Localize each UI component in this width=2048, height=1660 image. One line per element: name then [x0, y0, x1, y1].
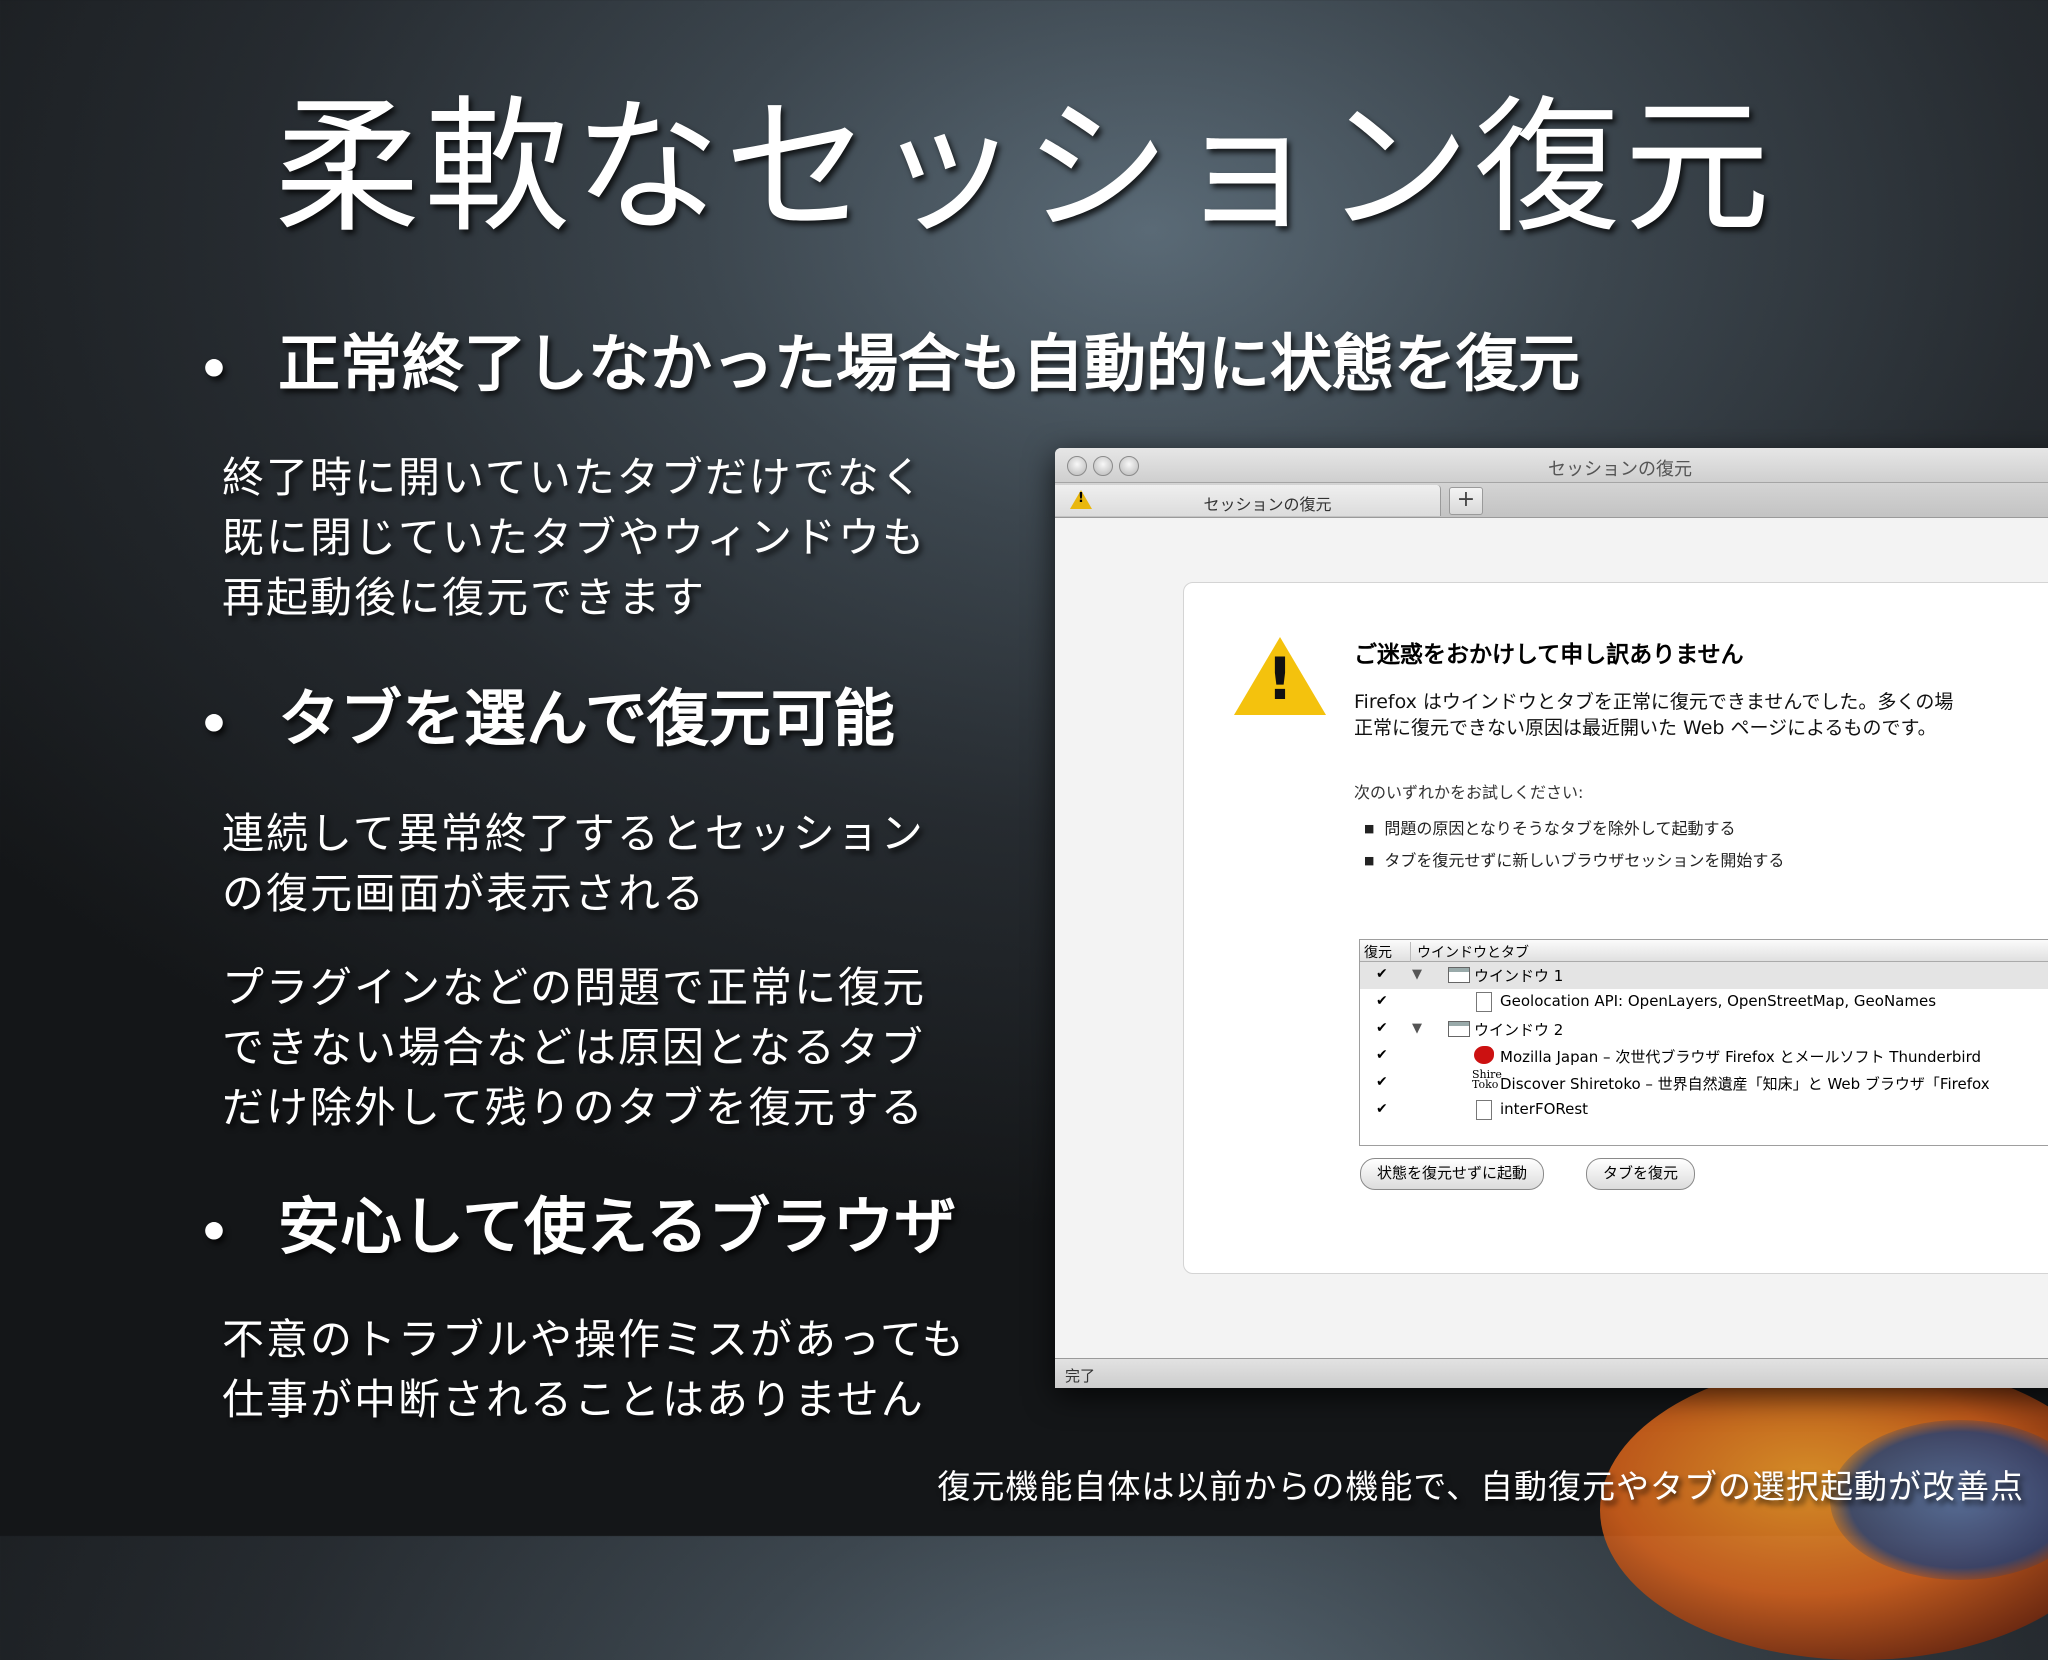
tab-label: セッションの復元: [1203, 495, 1332, 514]
status-bar: 完了: [1055, 1358, 2048, 1388]
session-tree[interactable]: 復元 ウインドウとタブ ✔ ▼ ウインドウ 1 ✔ Geolocation AP…: [1359, 939, 2048, 1146]
checkmark-icon[interactable]: ✔: [1376, 993, 1388, 1009]
large-warning-exclamation: !: [1266, 645, 1294, 713]
bullet-1-text: 正常終了しなかった場合も自動的に状態を復元: [278, 327, 1581, 400]
paragraph-3: プラグインなどの問題で正常に復元 できない場合などは原因となるタブ だけ除外して…: [222, 958, 926, 1138]
footnote: 復元機能自体は以前からの機能で、自動復元やタブの選択起動が改善点: [937, 1467, 2024, 1506]
option-item: 問題の原因となりそうなタブを除外して起動する: [1364, 815, 1735, 839]
checkmark-icon[interactable]: ✔: [1376, 1020, 1388, 1036]
tree-row-label: Geolocation API: OpenLayers, OpenStreetM…: [1500, 992, 1937, 1010]
paragraph-line: 仕事が中断されることはありません: [222, 1375, 925, 1424]
slide-title: 柔軟なセッション復元: [274, 83, 1774, 253]
paragraph-line: 再起動後に復元できます: [222, 573, 707, 622]
paragraph-line: 不意のトラブルや操作ミスがあっても: [222, 1315, 966, 1364]
checkmark-icon[interactable]: ✔: [1376, 1101, 1388, 1117]
error-text-line: Firefox はウインドウとタブを正常に復元できませんでした。多くの場: [1354, 691, 1954, 713]
paragraph-4: 不意のトラブルや操作ミスがあっても 仕事が中断されることはありません: [222, 1310, 966, 1430]
restore-tabs-button[interactable]: タブを復元: [1586, 1158, 1696, 1190]
tree-row[interactable]: ✔ ▼ ウインドウ 1: [1360, 962, 2048, 989]
status-text: 完了: [1065, 1367, 1096, 1385]
start-without-restore-button[interactable]: 状態を復元せずに起動: [1360, 1158, 1545, 1190]
bullet-2-text: タブを選んで復元可能: [278, 682, 895, 755]
tab-session-restore[interactable]: ! セッションの復元: [1055, 485, 1441, 516]
paragraph-line: 既に閉じていたタブやウィンドウも: [222, 513, 927, 562]
bullet-2: • タブを選んで復元可能: [198, 688, 895, 750]
tree-row[interactable]: ✔ Mozilla Japan – 次世代ブラウザ Firefox とメールソフ…: [1360, 1043, 2048, 1070]
page-content: ! ご迷惑をおかけして申し訳ありません Firefox はウインドウとタブを正常…: [1055, 518, 2048, 1358]
session-restore-window: セッションの復元 ! セッションの復元 + ! ご迷惑をおかけして申し訳ありませ…: [1055, 448, 2048, 1388]
tree-row-label: Discover Shiretoko – 世界自然遺産「知床」と Web ブラウ…: [1500, 1075, 1990, 1093]
bullet-3-text: 安心して使えるブラウザ: [278, 1190, 957, 1263]
checkmark-icon[interactable]: ✔: [1376, 1047, 1388, 1063]
page-icon: [1476, 1100, 1492, 1120]
shiretoko-icon-text: Toko: [1472, 1078, 1499, 1091]
paragraph-line: 連続して異常終了するとセッション: [222, 809, 925, 858]
tree-row-label: ウインドウ 2: [1474, 1021, 1564, 1039]
paragraph-1: 終了時に開いていたタブだけでなく 既に閉じていたタブやウィンドウも 再起動後に復…: [222, 448, 926, 628]
tree-row[interactable]: ✔ ▼ ウインドウ 2: [1360, 1016, 2048, 1043]
error-text-line: 正常に復元できない原因は最近開いた Web ページによるものです。: [1354, 717, 1937, 739]
paragraph-line: だけ除外して残りのタブを復元する: [222, 1083, 925, 1132]
try-text: 次のいずれかをお試しください:: [1354, 783, 1584, 802]
warning-exclamation: !: [1078, 491, 1084, 506]
bullet-dot-icon: •: [198, 694, 230, 753]
tree-row-label: ウインドウ 1: [1474, 967, 1564, 985]
column-restore[interactable]: 復元: [1364, 942, 1392, 962]
paragraph-line: できない場合などは原因となるタブ: [222, 1023, 925, 1072]
new-tab-button[interactable]: +: [1449, 487, 1483, 515]
page-icon: [1476, 992, 1492, 1012]
tree-row[interactable]: ✔ Geolocation API: OpenLayers, OpenStree…: [1360, 989, 2048, 1016]
checkmark-icon[interactable]: ✔: [1376, 1074, 1388, 1090]
shiretoko-icon: Shire Toko: [1472, 1069, 1502, 1091]
option-item: タブを復元せずに新しいブラウザセッションを開始する: [1364, 847, 1784, 871]
tree-header: 復元 ウインドウとタブ: [1360, 940, 2048, 962]
bullet-1: • 正常終了しなかった場合も自動的に状態を復元: [198, 333, 1580, 395]
mozilla-dino-icon: [1474, 1046, 1494, 1064]
column-windows-tabs[interactable]: ウインドウとタブ: [1410, 942, 1529, 962]
disclosure-triangle-icon[interactable]: ▼: [1412, 1021, 1422, 1036]
error-panel: ! ご迷惑をおかけして申し訳ありません Firefox はウインドウとタブを正常…: [1183, 582, 2048, 1274]
paragraph-line: プラグインなどの問題で正常に復元: [222, 963, 927, 1012]
paragraph-2: 連続して異常終了するとセッション の復元画面が表示される: [222, 804, 925, 924]
disclosure-triangle-icon[interactable]: ▼: [1412, 967, 1422, 982]
window-icon: [1448, 967, 1470, 983]
window-title: セッションの復元: [1548, 459, 1692, 480]
tree-row[interactable]: ✔ Shire Toko Discover Shiretoko – 世界自然遺産「…: [1360, 1069, 2048, 1097]
checkmark-icon[interactable]: ✔: [1376, 966, 1388, 982]
tree-row-label: interFORest: [1500, 1100, 1589, 1118]
paragraph-line: の復元画面が表示される: [222, 869, 707, 918]
window-titlebar[interactable]: セッションの復元: [1055, 448, 2048, 483]
tab-bar: ! セッションの復元 +: [1055, 483, 2048, 518]
bullet-dot-icon: •: [198, 1202, 230, 1261]
error-title: ご迷惑をおかけして申し訳ありません: [1354, 642, 1744, 668]
window-icon: [1448, 1021, 1470, 1037]
bullet-3: • 安心して使えるブラウザ: [198, 1196, 956, 1258]
tree-row-label: Mozilla Japan – 次世代ブラウザ Firefox とメールソフト …: [1500, 1048, 1981, 1066]
bullet-dot-icon: •: [198, 339, 230, 398]
paragraph-line: 終了時に開いていたタブだけでなく: [222, 453, 925, 502]
tree-row[interactable]: ✔ interFORest: [1360, 1097, 2048, 1124]
